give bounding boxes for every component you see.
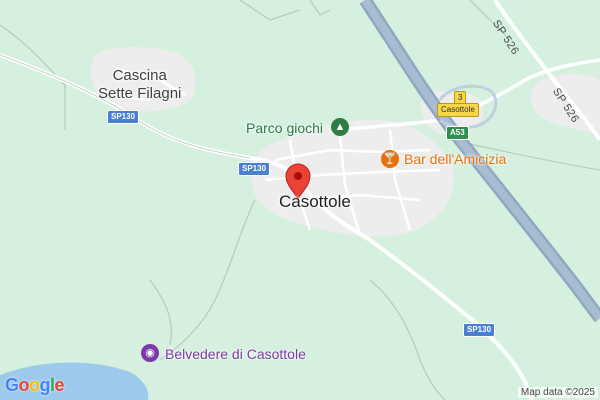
bar-label[interactable]: Bar dell'Amicizia [404,151,506,167]
road-shield-a53: A53 [446,126,469,140]
exit-name-badge: Casottole [437,103,479,117]
road-shield-sp130: SP130 [463,323,496,337]
logo-letter: G [5,375,19,395]
logo-letter: g [39,375,51,395]
google-logo: Google [5,375,65,396]
logo-letter: o [18,375,30,395]
logo-letter: o [29,375,40,395]
playground-label[interactable]: Parco giochi [246,120,323,136]
cocktail-icon[interactable]: 🍸 [381,150,399,168]
viewpoint-label[interactable]: Belvedere di Casottole [165,346,306,362]
map-attribution[interactable]: Map data ©2025 [517,387,598,398]
road-shield-sp130: SP130 [238,162,271,176]
road-shield-sp130: SP130 [107,110,140,124]
camera-icon[interactable]: ◉ [141,344,159,362]
tree-icon[interactable]: ▲ [331,118,349,136]
logo-letter: e [54,375,65,395]
village-label-line2: Sette Filagni [98,85,182,102]
village-label: Cascina Sette Filagni [98,67,181,103]
map-view[interactable]: Cascina Sette Filagni Casottole Parco gi… [0,0,600,400]
village-label-line1: Cascina [112,67,167,84]
town-label: Casottole [279,192,351,211]
